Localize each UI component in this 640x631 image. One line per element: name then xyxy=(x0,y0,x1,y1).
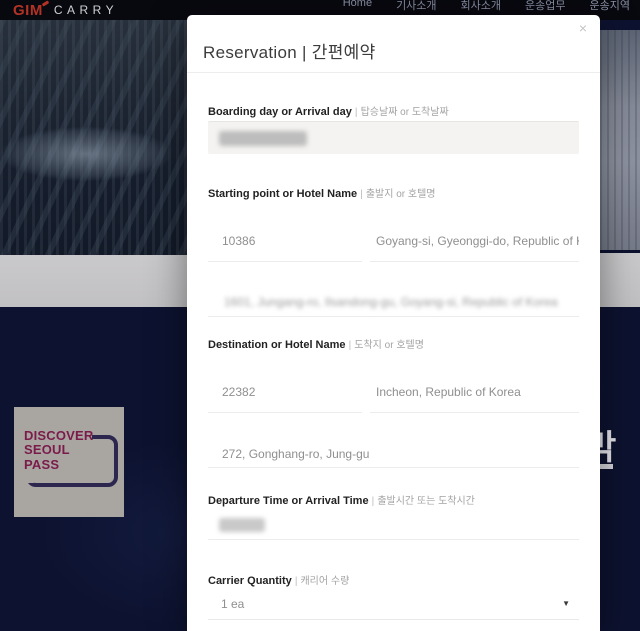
carrier-quantity-label: Carrier Quantity | 캐리어 수량 xyxy=(208,572,579,587)
carrier-quantity-label-en: Carrier Quantity xyxy=(208,575,292,587)
departure-time-label-ko: 출발시간 또는 도착시간 xyxy=(377,496,475,507)
main-nav: Home 기사소개 회사소개 운송업무 운송지역 xyxy=(343,0,630,13)
page: GIM CARRY Home 기사소개 회사소개 운송업무 운송지역 DISCO… xyxy=(0,0,640,631)
redacted-time-value xyxy=(219,518,265,532)
redacted-date-value xyxy=(219,131,307,146)
departure-time-label-en: Departure Time or Arrival Time xyxy=(208,495,369,507)
brand-logo[interactable]: GIM CARRY xyxy=(13,0,118,20)
nav-item-service-area[interactable]: 운송지역 xyxy=(590,0,630,13)
close-icon[interactable]: × xyxy=(579,21,587,35)
discover-seoul-pass-logo: DISCOVER SEOUL PASS xyxy=(14,407,124,517)
hero-photo-right-strip xyxy=(600,30,640,250)
background-subtext-partial xyxy=(600,464,613,469)
destination-label-en: Destination or Hotel Name xyxy=(208,339,346,351)
starting-point-label-en: Starting point or Hotel Name xyxy=(208,188,357,200)
chevron-down-icon: ▼ xyxy=(562,599,570,608)
starting-address-input[interactable]: 1601, Jungang-ro, Ilsandong-gu, Goyang-s… xyxy=(208,277,579,317)
boarding-day-label-ko: 탑승날짜 or 도착날짜 xyxy=(361,107,449,118)
redacted-address-value: 1601, Jungang-ro, Ilsandong-gu, Goyang-s… xyxy=(224,295,558,309)
label-separator: | xyxy=(295,576,298,587)
reservation-modal: × Reservation | 간편예약 Boarding day or Arr… xyxy=(187,15,600,631)
seoul-pass-wordmark: DISCOVER SEOUL PASS xyxy=(24,429,94,472)
nav-item-company-intro[interactable]: 회사소개 xyxy=(461,0,501,13)
brand-logo-secondary: CARRY xyxy=(54,3,118,17)
nav-item-home[interactable]: Home xyxy=(343,0,372,13)
starting-region-input[interactable]: Goyang-si, Gyeonggi-do, Republic of Kore… xyxy=(370,215,579,262)
starting-point-label-ko: 출발지 or 호텔명 xyxy=(366,189,436,200)
departure-time-input[interactable] xyxy=(208,510,579,540)
modal-divider xyxy=(187,72,600,73)
destination-label: Destination or Hotel Name | 도착지 or 호텔명 xyxy=(208,336,579,351)
carrier-quantity-value: 1 ea xyxy=(221,597,244,611)
departure-time-label: Departure Time or Arrival Time | 출발시간 또는… xyxy=(208,492,579,507)
nav-item-driver-intro[interactable]: 기사소개 xyxy=(396,0,436,13)
label-separator: | xyxy=(360,189,363,200)
starting-point-row: 10386 Goyang-si, Gyeonggi-do, Republic o… xyxy=(208,215,579,262)
destination-postal-code-input[interactable]: 22382 xyxy=(208,366,362,413)
label-separator: | xyxy=(372,496,375,507)
starting-point-label: Starting point or Hotel Name | 출발지 or 호텔… xyxy=(208,185,579,200)
starting-postal-code-input[interactable]: 10386 xyxy=(208,215,362,262)
carrier-quantity-select[interactable]: 1 ea ▼ xyxy=(208,588,579,620)
destination-address-input[interactable]: 272, Gonghang-ro, Jung-gu xyxy=(208,427,579,468)
label-separator: | xyxy=(355,107,358,118)
seoul-pass-line3: PASS xyxy=(24,458,94,472)
modal-title: Reservation | 간편예약 xyxy=(203,38,376,63)
airport-aerial-photo xyxy=(0,20,187,255)
destination-region-input[interactable]: Incheon, Republic of Korea xyxy=(370,366,579,413)
brand-logo-primary: GIM xyxy=(13,2,43,19)
destination-label-ko: 도착지 or 호텔명 xyxy=(354,340,424,351)
nav-item-transport-service[interactable]: 운송업무 xyxy=(525,0,565,13)
seoul-pass-line2: SEOUL xyxy=(24,443,94,457)
boarding-day-label: Boarding day or Arrival day | 탑승날짜 or 도착… xyxy=(208,103,579,118)
label-separator: | xyxy=(349,340,352,351)
boarding-day-label-en: Boarding day or Arrival day xyxy=(208,106,352,118)
carrier-quantity-label-ko: 캐리어 수량 xyxy=(300,576,349,587)
boarding-day-input[interactable] xyxy=(208,121,579,154)
destination-row: 22382 Incheon, Republic of Korea xyxy=(208,366,579,413)
seoul-pass-line1: DISCOVER xyxy=(24,429,94,443)
